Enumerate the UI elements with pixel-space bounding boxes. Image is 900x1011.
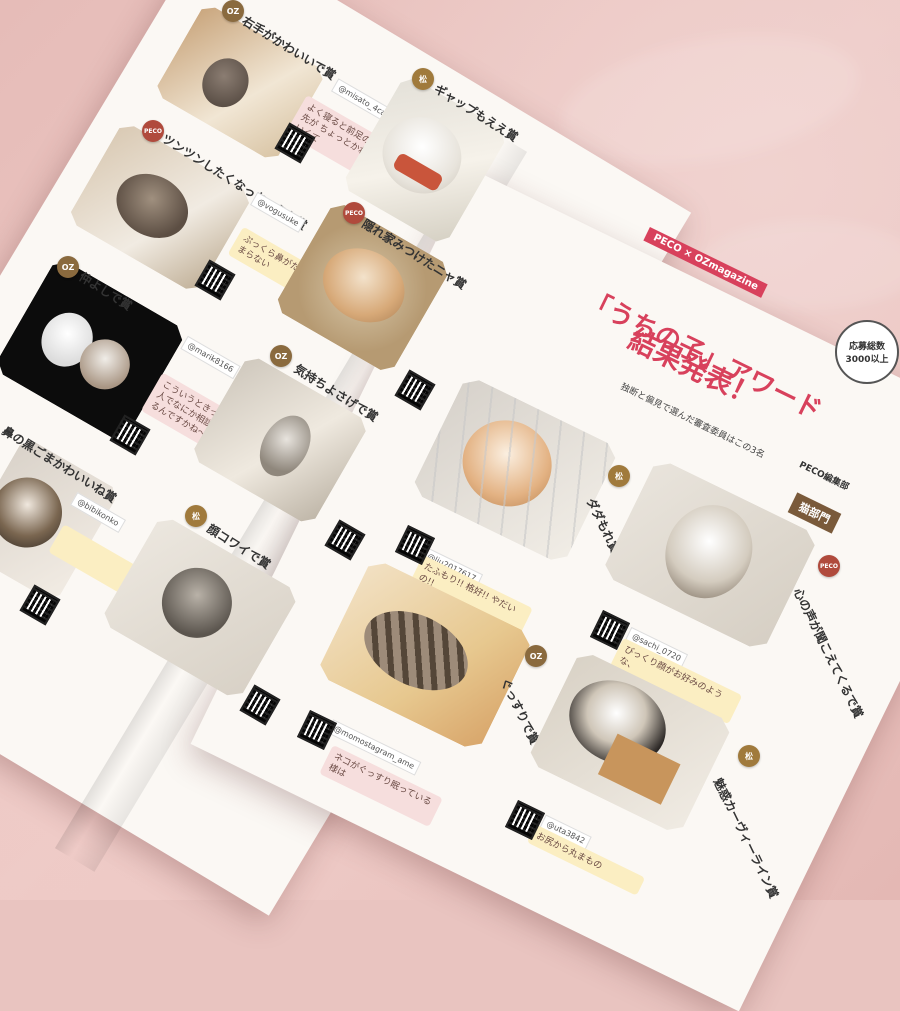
badge-oz-5: OZ — [57, 256, 79, 278]
badge-matsu-2: 松 — [412, 68, 434, 90]
badge-peco-3: PECO — [142, 120, 164, 142]
open-magazine: OZ 右手がかわいいで賞 @misato_4cats よく寝ると前足の先が ちょ… — [0, 0, 900, 1011]
entries-stamp: 応募総数 3000以上 — [835, 320, 899, 384]
badge-peco-4: PECO — [343, 202, 365, 224]
badge-matsu-12: 松 — [738, 745, 760, 767]
badge-oz-1: OZ — [222, 0, 244, 22]
stamp-line1: 応募総数 — [848, 342, 885, 352]
stamp-line2: 3000以上 — [845, 355, 889, 365]
badge-matsu-9: 松 — [608, 465, 630, 487]
badge-oz-11: OZ — [525, 645, 547, 667]
badge-matsu-8: 松 — [185, 505, 207, 527]
badge-peco-10: PECO — [818, 555, 840, 577]
badge-oz-6: OZ — [270, 345, 292, 367]
